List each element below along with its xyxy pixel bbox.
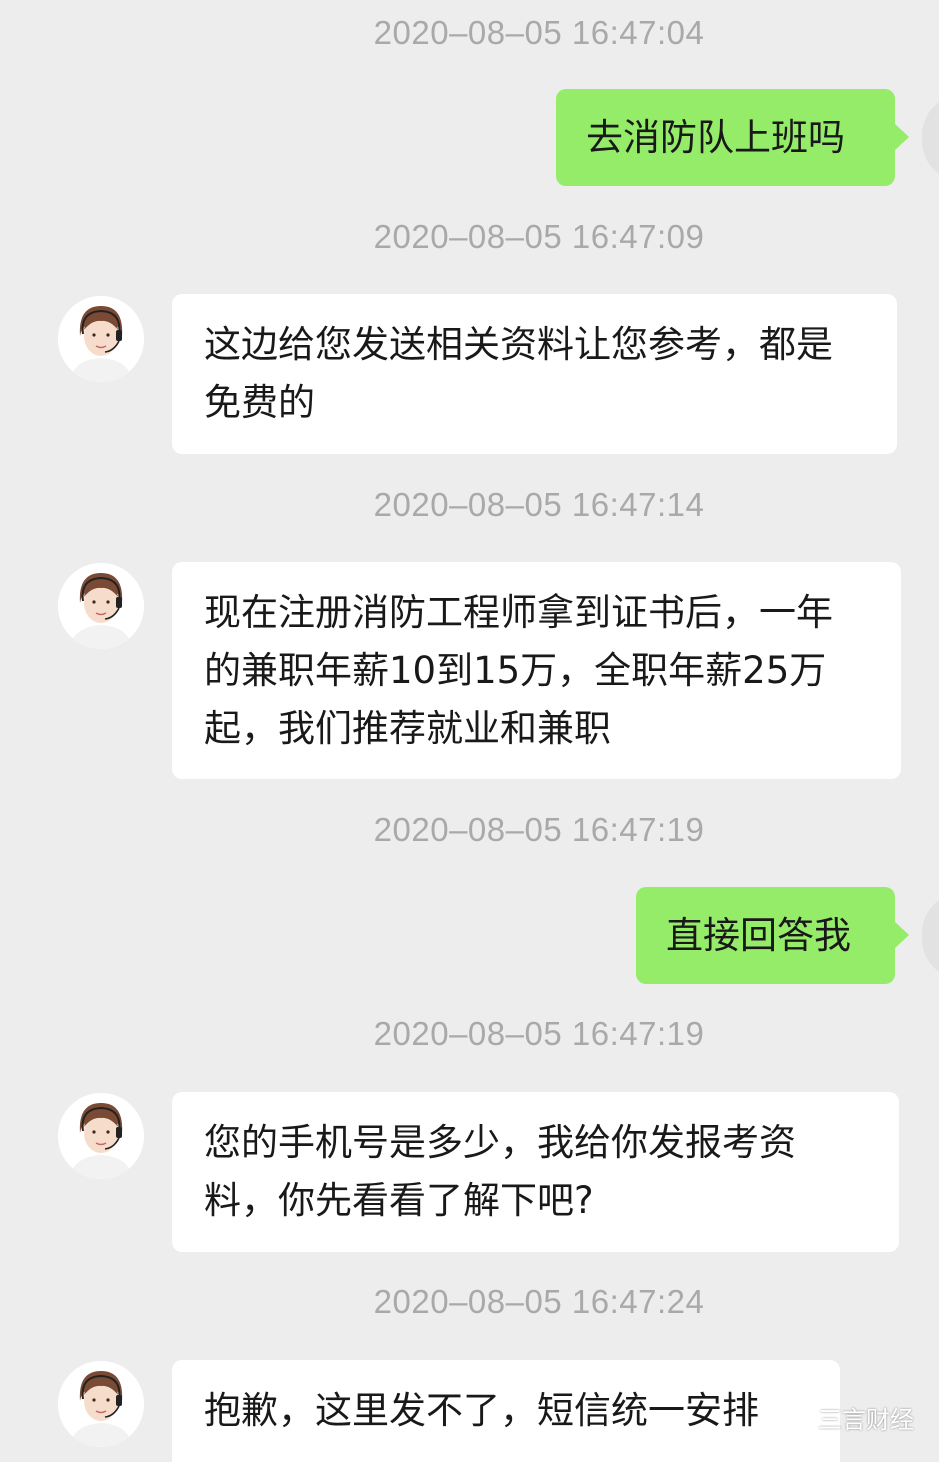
message-bubble-outgoing[interactable]: 去消防队上班吗 — [556, 89, 909, 186]
agent-avatar-icon — [58, 296, 144, 382]
message-text: 这边给您发送相关资料让您参考，都是免费的 — [204, 323, 833, 424]
message-text: 直接回答我 — [666, 914, 851, 957]
message-bubble-incoming[interactable]: 这边给您发送相关资料让您参考，都是免费的 — [172, 294, 897, 454]
agent-avatar-icon — [58, 1093, 144, 1179]
timestamp: 2020–08–05 16:47:19 — [373, 811, 705, 848]
message-text: 抱歉，这里发不了，短信统一安排 — [204, 1389, 759, 1432]
timestamp: 2020–08–05 16:47:14 — [373, 486, 705, 523]
message-bubble-incoming[interactable]: 抱歉，这里发不了，短信统一安排 — [172, 1360, 840, 1462]
message-bubble-outgoing[interactable]: 直接回答我 — [636, 887, 909, 984]
timestamp: 2020–08–05 16:47:04 — [373, 14, 705, 51]
watermark-text: 三言财经 — [818, 1406, 914, 1434]
watermark: 三言财经 — [782, 1400, 914, 1435]
message-text: 您的手机号是多少，我给你发报考资料，你先看看了解下吧? — [204, 1121, 796, 1222]
self-avatar[interactable] — [922, 95, 939, 181]
agent-avatar-icon — [58, 1361, 144, 1447]
message-bubble-incoming[interactable]: 现在注册消防工程师拿到证书后，一年的兼职年薪10到15万，全职年薪25万起，我们… — [172, 562, 901, 779]
self-avatar[interactable] — [922, 893, 939, 979]
wechat-icon — [783, 1406, 810, 1428]
avatar[interactable] — [58, 1093, 144, 1179]
message-bubble-incoming[interactable]: 您的手机号是多少，我给你发报考资料，你先看看了解下吧? — [172, 1092, 899, 1252]
message-text: 现在注册消防工程师拿到证书后，一年的兼职年薪10到15万，全职年薪25万起，我们… — [204, 591, 833, 750]
chat-area: 2020–08–05 16:47:04 去消防队上班吗 2020–08–05 1… — [0, 0, 939, 1462]
avatar[interactable] — [58, 563, 144, 649]
avatar[interactable] — [58, 296, 144, 382]
timestamp: 2020–08–05 16:47:19 — [373, 1015, 705, 1052]
agent-avatar-icon — [58, 563, 144, 649]
timestamp: 2020–08–05 16:47:09 — [373, 218, 705, 255]
timestamp: 2020–08–05 16:47:24 — [373, 1283, 705, 1320]
avatar[interactable] — [58, 1361, 144, 1447]
message-text: 去消防队上班吗 — [586, 116, 845, 159]
